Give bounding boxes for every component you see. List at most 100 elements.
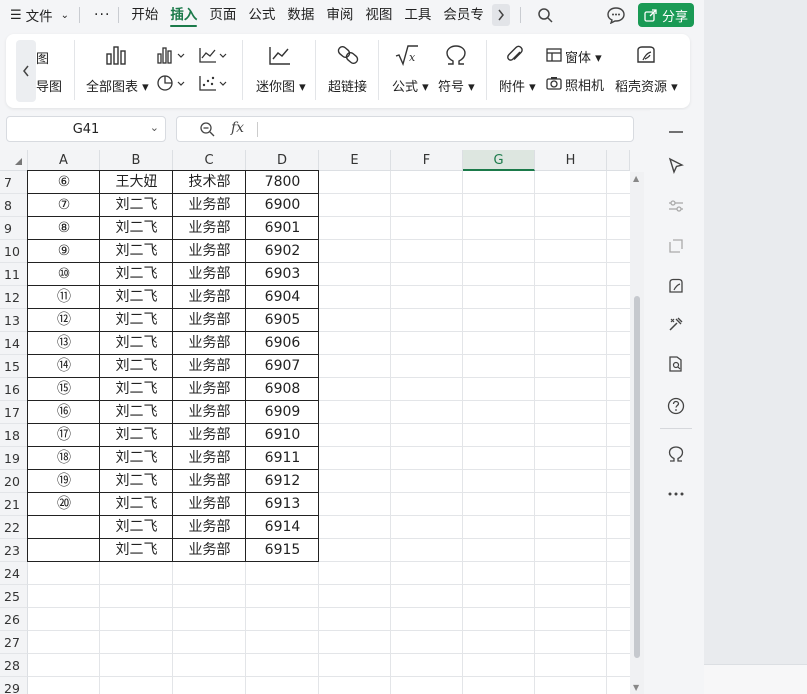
cell-B27[interactable]	[100, 631, 173, 654]
row-header[interactable]: 9	[0, 217, 28, 240]
column-header-B[interactable]: B	[100, 150, 173, 171]
row-header[interactable]: 16	[0, 378, 28, 401]
menu-tab-5[interactable]: 审阅	[320, 0, 359, 30]
spreadsheet-grid[interactable]: A B C D E F G H 7 ⑥ 王大妞 技术部 7800 8 ⑦ 刘二飞 业务部 6900 9 ⑧ 刘二飞 业务部…	[0, 150, 630, 694]
cell-A25[interactable]	[28, 585, 100, 608]
scroll-up-icon[interactable]: ▲	[633, 174, 639, 183]
row-header[interactable]: 14	[0, 332, 28, 355]
select-pointer-icon[interactable]	[664, 154, 688, 178]
more-dots-icon[interactable]: ···	[86, 7, 118, 23]
camera-button[interactable]: 照相机	[565, 75, 604, 94]
menu-tab-2[interactable]: 页面	[203, 0, 242, 30]
hyperlink-button[interactable]: 超链接	[328, 76, 367, 95]
cell-D27[interactable]	[246, 631, 319, 654]
file-menu[interactable]: ☰ 文件 ⌄	[0, 0, 69, 30]
formula-icon[interactable]: x	[394, 44, 420, 70]
collapse-icon[interactable]	[664, 120, 688, 144]
omega-icon[interactable]	[664, 442, 688, 466]
all-charts-icon[interactable]	[104, 44, 128, 70]
row-header[interactable]: 13	[0, 309, 28, 332]
row-header[interactable]: 18	[0, 424, 28, 447]
menu-tab-8[interactable]: 会员专	[437, 0, 490, 30]
symbol-button[interactable]: 符号 ▾	[438, 76, 475, 95]
cell-B24[interactable]	[100, 562, 173, 585]
cell-D29[interactable]	[246, 677, 319, 694]
row-header[interactable]: 17	[0, 401, 28, 424]
cell-C26[interactable]	[173, 608, 246, 631]
sparkline-icon[interactable]	[268, 44, 292, 70]
row-header[interactable]: 7	[0, 171, 28, 194]
cell-A26[interactable]	[28, 608, 100, 631]
cell-B25[interactable]	[100, 585, 173, 608]
vertical-scrollbar[interactable]: ▲ ▼	[630, 172, 644, 694]
cell-A29[interactable]	[28, 677, 100, 694]
menu-tab-7[interactable]: 工具	[398, 0, 437, 30]
row-header[interactable]: 25	[0, 585, 28, 608]
ribbon-partial-top[interactable]: 图	[36, 48, 49, 67]
book-search-icon[interactable]	[664, 352, 688, 376]
menu-tab-6[interactable]: 视图	[359, 0, 398, 30]
scroll-down-icon[interactable]: ▼	[633, 683, 639, 692]
resources-button[interactable]: 稻壳资源 ▾	[615, 76, 678, 95]
row-header[interactable]: 29	[0, 677, 28, 694]
name-box[interactable]: G41 ⌄	[6, 116, 166, 142]
chat-icon[interactable]	[606, 6, 626, 25]
hyperlink-icon[interactable]	[336, 44, 360, 70]
adjust-icon[interactable]	[664, 194, 688, 218]
attachment-button[interactable]: 附件 ▾	[499, 76, 536, 95]
more-icon[interactable]	[664, 482, 688, 506]
column-header-D[interactable]: D	[246, 150, 319, 171]
cell-C24[interactable]	[173, 562, 246, 585]
menu-tab-1[interactable]: 插入	[164, 0, 203, 30]
form-button[interactable]: 窗体 ▾	[565, 47, 602, 66]
column-header-E[interactable]: E	[319, 150, 391, 171]
cell-C29[interactable]	[173, 677, 246, 694]
cell-D26[interactable]	[246, 608, 319, 631]
transform-icon[interactable]	[664, 234, 688, 258]
cell-B26[interactable]	[100, 608, 173, 631]
scrollbar-thumb[interactable]	[634, 296, 640, 658]
cell-A28[interactable]	[28, 654, 100, 677]
bar-chart-icon[interactable]	[156, 46, 186, 68]
cell-B28[interactable]	[100, 654, 173, 677]
row-header[interactable]: 28	[0, 654, 28, 677]
cell-C28[interactable]	[173, 654, 246, 677]
all-charts-button[interactable]: 全部图表 ▾	[86, 76, 149, 95]
ribbon-scroll-left-icon[interactable]	[16, 40, 36, 102]
row-header[interactable]: 12	[0, 286, 28, 309]
column-header-H[interactable]: H	[535, 150, 607, 171]
row-header[interactable]: 11	[0, 263, 28, 286]
row-header[interactable]: 24	[0, 562, 28, 585]
ribbon-mindmap[interactable]: 导图	[36, 76, 62, 95]
resource-icon[interactable]	[664, 274, 688, 298]
menu-tab-0[interactable]: 开始	[125, 0, 164, 30]
formula-input[interactable]: fx	[176, 116, 634, 142]
sparkline-button[interactable]: 迷你图 ▾	[256, 76, 306, 95]
column-header-C[interactable]: C	[173, 150, 246, 171]
cell-D28[interactable]	[246, 654, 319, 677]
scatter-chart-icon[interactable]	[198, 74, 228, 96]
search-icon[interactable]	[533, 3, 557, 27]
attachment-icon[interactable]	[504, 44, 528, 70]
row-header[interactable]: 15	[0, 355, 28, 378]
cell-D25[interactable]	[246, 585, 319, 608]
resources-icon[interactable]	[634, 44, 658, 70]
row-header[interactable]: 10	[0, 240, 28, 263]
row-header[interactable]: 27	[0, 631, 28, 654]
tools-icon[interactable]	[664, 312, 688, 336]
column-header-F[interactable]: F	[391, 150, 463, 171]
form-icon[interactable]	[546, 48, 562, 66]
menu-scroll-right-icon[interactable]	[491, 4, 510, 26]
cell-A24[interactable]	[28, 562, 100, 585]
chevron-down-icon[interactable]: ⌄	[150, 121, 159, 134]
column-header-G[interactable]: G	[463, 150, 535, 171]
cell-D24[interactable]	[246, 562, 319, 585]
row-header[interactable]: 19	[0, 447, 28, 470]
cell-C25[interactable]	[173, 585, 246, 608]
formula-button[interactable]: 公式 ▾	[392, 76, 429, 95]
cell-A27[interactable]	[28, 631, 100, 654]
row-header[interactable]: 23	[0, 539, 28, 562]
cell-C27[interactable]	[173, 631, 246, 654]
menu-tab-4[interactable]: 数据	[281, 0, 320, 30]
zoom-search-icon[interactable]	[199, 121, 215, 141]
